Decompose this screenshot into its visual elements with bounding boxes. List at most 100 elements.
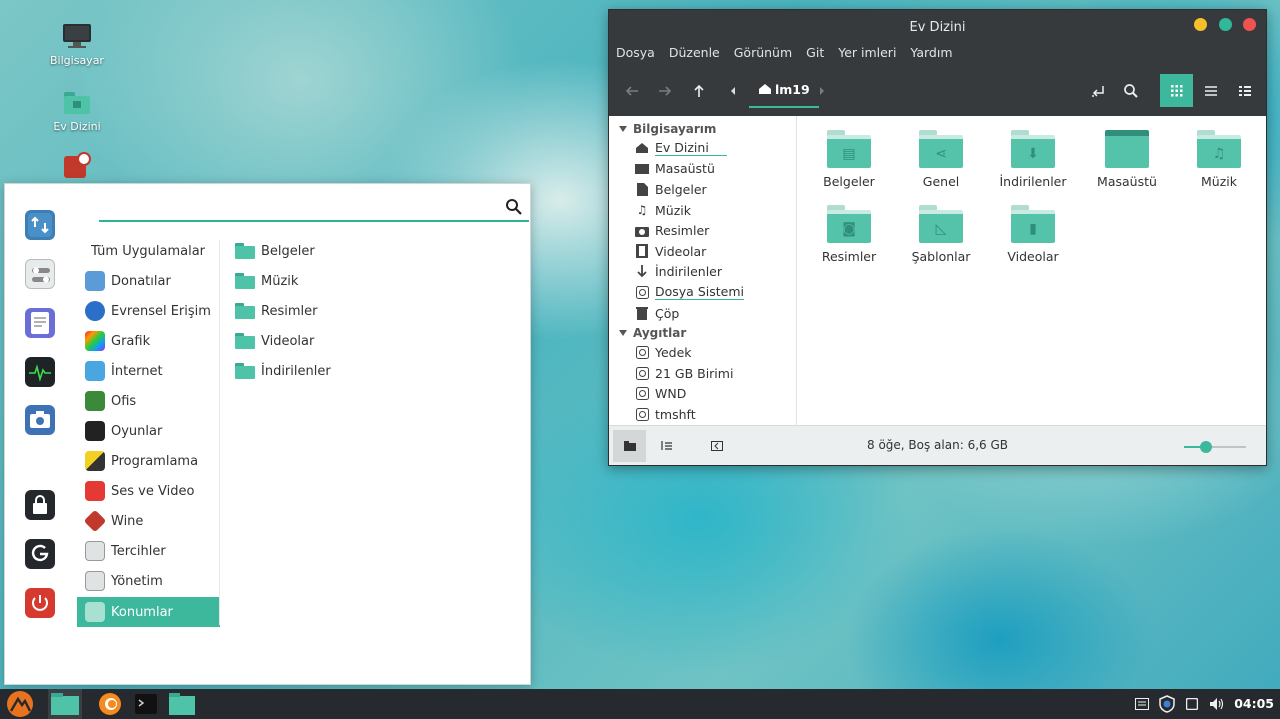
back-button[interactable] [617,76,647,106]
category-accessibility[interactable]: Evrensel Erişim [77,296,220,326]
menu-help[interactable]: Yardım [903,45,959,60]
sidebar-item-filesystem[interactable]: Dosya Sistemi [609,282,796,303]
desktop-icon-installer[interactable] [37,150,117,182]
taskbar-file-manager-button[interactable] [48,689,82,719]
category-games[interactable]: Oyunlar [77,416,220,446]
software-manager-icon[interactable] [25,210,55,240]
breadcrumb[interactable]: lm19 [749,72,819,108]
category-graphics[interactable]: Grafik [77,326,220,356]
sidebar-group-devices[interactable]: Aygıtlar [609,323,796,342]
sidebar-device-item[interactable]: WND [609,384,796,405]
forward-button[interactable] [650,76,680,106]
category-programming[interactable]: Programlama [77,446,220,476]
file-item[interactable]: ⋖ Genel [896,130,986,189]
list-view-button[interactable] [1194,74,1227,107]
lock-icon[interactable] [25,490,55,520]
file-manager-header: Ev Dizini Dosya Düzenle Görünüm Git Yer … [609,10,1266,116]
sidebar-device-item[interactable]: 21 GB Birimi [609,363,796,384]
category-office[interactable]: Ofis [77,386,220,416]
camera-icon [635,224,649,238]
sidebar-item-pictures[interactable]: Resimler [609,220,796,241]
desktop-icon-home[interactable]: Ev Dizini [37,88,117,133]
search-input[interactable] [99,194,489,220]
menu-file[interactable]: Dosya [609,45,662,60]
breadcrumb-right-arrow[interactable] [812,76,832,106]
file-item[interactable]: ⬇ İndirilenler [988,130,1078,189]
sidebar-item-downloads[interactable]: İndirilenler [609,262,796,283]
close-button[interactable] [1243,18,1256,31]
update-shield-icon[interactable] [1155,689,1179,719]
file-item[interactable]: Masaüstü [1082,130,1172,189]
sidebar-device-item[interactable]: Yedek [609,342,796,363]
category-sound-video[interactable]: Ses ve Video [77,476,220,506]
zoom-slider[interactable] [1184,441,1246,453]
file-item[interactable]: ◙ Resimler [804,205,894,264]
file-item[interactable]: ▤ Belgeler [804,130,894,189]
sidebar-item-videos[interactable]: Videolar [609,241,796,262]
compact-view-button[interactable] [1228,74,1261,107]
search-button[interactable] [1116,76,1146,106]
place-item-pictures[interactable]: Resimler [227,296,517,326]
keyboard-layout-icon[interactable] [1130,689,1154,719]
menu-bookmarks[interactable]: Yer imleri [831,45,903,60]
taskbar-firefox-button[interactable] [92,689,128,719]
sidebar-item-documents[interactable]: Belgeler [609,179,796,200]
place-item-music[interactable]: Müzik [227,266,517,296]
category-internet[interactable]: İnternet [77,356,220,386]
minimize-button[interactable] [1194,18,1207,31]
category-label: Grafik [111,333,151,349]
sidebar-item-desktop[interactable]: Masaüstü [609,159,796,180]
file-item[interactable]: ◺ Şablonlar [896,205,986,264]
system-monitor-icon[interactable] [25,357,55,387]
sidebar-item-trash[interactable]: Çöp [609,303,796,324]
volume-icon[interactable] [1205,689,1229,719]
category-label: Oyunlar [111,423,163,439]
breadcrumb-left-arrow[interactable] [723,76,743,106]
expand-triangle-icon [619,329,627,336]
category-label: Tüm Uygulamalar [91,243,206,259]
category-wine[interactable]: Wine [77,506,220,536]
power-icon[interactable] [25,588,55,618]
category-label: Wine [111,513,144,529]
place-item-documents[interactable]: Belgeler [227,236,517,266]
menu-edit[interactable]: Düzenle [662,45,727,60]
taskbar-terminal-button[interactable] [128,689,164,719]
place-item-downloads[interactable]: İndirilenler [227,356,517,386]
home-icon [759,84,771,94]
zoom-slider-handle[interactable] [1199,441,1212,453]
icon-view-button[interactable] [1160,74,1193,107]
file-item[interactable]: ♫ Müzik [1174,130,1264,189]
place-item-videos[interactable]: Videolar [227,326,517,356]
sidebar-group-label: Aygıtlar [633,325,687,340]
file-item[interactable]: ▮ Videolar [988,205,1078,264]
settings-icon[interactable] [25,259,55,289]
notifications-icon[interactable] [1180,689,1204,719]
sidebar-item-home[interactable]: Ev Dizini [609,138,796,159]
search-icon[interactable] [505,198,523,216]
category-all-apps[interactable]: Tüm Uygulamalar [77,236,220,266]
sidebar-item-music[interactable]: ♫ Müzik [609,200,796,221]
desktop-icon-computer[interactable]: Bilgisayar [37,22,117,67]
clock[interactable]: 04:05 [1234,696,1274,711]
folder-desktop-icon [1105,130,1149,168]
camera-icon[interactable] [25,405,55,435]
desktop-icon-label: Ev Dizini [53,120,101,133]
logout-icon[interactable] [25,539,55,569]
category-label: İnternet [111,363,163,379]
category-administration[interactable]: Yönetim [77,566,220,596]
location-toggle-button[interactable] [1083,76,1113,106]
maximize-button[interactable] [1219,18,1232,31]
category-label: Donatılar [111,273,171,289]
trash-icon [635,306,649,321]
category-preferences[interactable]: Tercihler [77,536,220,566]
text-editor-icon[interactable] [25,308,55,338]
sidebar-group-computer[interactable]: Bilgisayarım [609,119,796,138]
menu-go[interactable]: Git [799,45,831,60]
menu-view[interactable]: Görünüm [727,45,799,60]
menu-button[interactable] [2,689,38,719]
category-accessories[interactable]: Donatılar [77,266,220,296]
taskbar-files-button[interactable] [164,689,200,719]
category-places[interactable]: Konumlar [77,597,220,627]
up-button[interactable] [684,76,714,106]
sidebar-device-item[interactable]: tmshft [609,404,796,425]
